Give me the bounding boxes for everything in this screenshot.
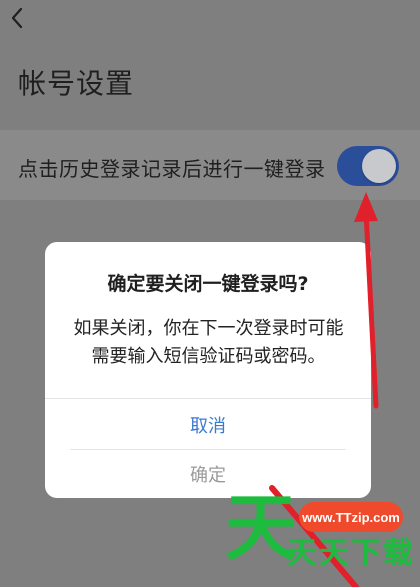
cancel-button[interactable]: 取消 (45, 399, 371, 450)
watermark: 天 www.TTzip.com 天天下载 (225, 492, 420, 587)
back-arrow-icon[interactable] (6, 6, 30, 30)
watermark-text: 天天下载 (287, 536, 415, 571)
settings-screen: 帐号设置 点击历史登录记录后进行一键登录 确定要关闭一键登录吗? 如果关闭，你在… (0, 0, 420, 587)
one-click-login-toggle[interactable] (337, 146, 399, 186)
page-title: 帐号设置 (18, 67, 135, 100)
confirm-dialog: 确定要关闭一键登录吗? 如果关闭，你在下一次登录时可能需要输入短信验证码或密码。… (45, 242, 371, 498)
watermark-url: www.TTzip.com (299, 502, 403, 532)
dialog-message: 如果关闭，你在下一次登录时可能需要输入短信验证码或密码。 (73, 318, 344, 367)
one-click-login-label: 点击历史登录记录后进行一键登录 (18, 157, 326, 181)
dialog-title: 确定要关闭一键登录吗? (107, 273, 309, 295)
confirm-button[interactable]: 确定 (45, 450, 371, 498)
toggle-knob (362, 149, 396, 183)
